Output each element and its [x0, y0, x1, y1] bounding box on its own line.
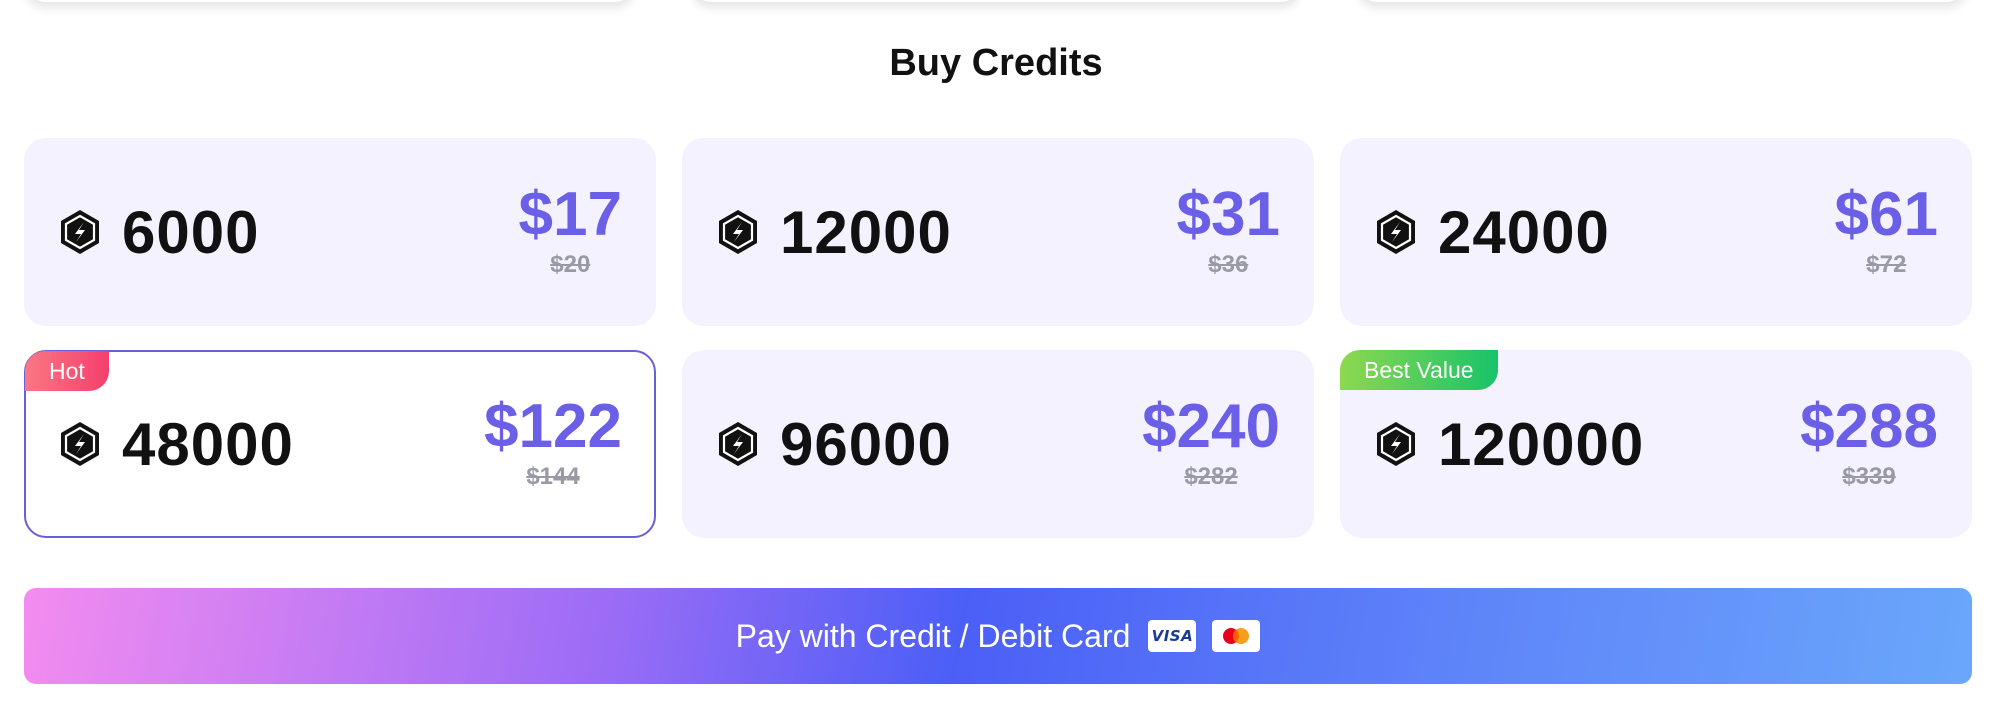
previous-card — [1356, 0, 1968, 2]
credit-amount: 24000 — [1438, 199, 1610, 266]
credit-amount: 12000 — [780, 199, 952, 266]
section-title: Buy Credits — [889, 42, 1103, 84]
original-price: $36 — [1208, 251, 1249, 278]
package-price: $31 — [1176, 180, 1280, 249]
original-price: $20 — [550, 251, 591, 278]
package-price: $61 — [1834, 180, 1938, 249]
package-price: $122 — [484, 392, 622, 461]
previous-card — [690, 0, 1302, 2]
price-group: $122 $144 — [484, 394, 622, 494]
credit-amount: 48000 — [122, 411, 294, 478]
credit-coin-icon — [716, 420, 760, 468]
best-value-badge: Best Value — [1340, 350, 1498, 390]
price-group: $240 $282 — [1142, 394, 1280, 494]
pay-button-label: Pay with Credit / Debit Card — [735, 617, 1131, 654]
credit-amount: 6000 — [122, 199, 260, 266]
credit-coin-icon — [1374, 208, 1418, 256]
price-group: $61 $72 — [1835, 182, 1938, 282]
credit-packages-grid: 6000 $17 $20 12000 $31 $36 24000 $61 $72… — [24, 138, 1972, 538]
original-price: $282 — [1184, 463, 1238, 490]
mastercard-icon — [1212, 620, 1261, 652]
price-group: $31 $36 — [1177, 182, 1280, 282]
previous-card — [24, 0, 636, 2]
credit-package-card[interactable]: 12000 $31 $36 — [682, 138, 1314, 326]
package-price: $240 — [1142, 392, 1280, 461]
package-price: $17 — [518, 180, 622, 249]
credit-amount: 120000 — [1438, 411, 1645, 478]
original-price: $144 — [526, 463, 580, 490]
previous-section-cards — [0, 0, 1992, 2]
credit-package-card[interactable]: 24000 $61 $72 — [1340, 138, 1972, 326]
visa-logo-text: VISA — [1151, 627, 1194, 645]
credit-package-card[interactable]: 96000 $240 $282 — [682, 350, 1314, 538]
price-group: $288 $339 — [1800, 394, 1938, 494]
hot-badge: Hot — [25, 351, 109, 391]
credit-coin-icon — [58, 420, 102, 468]
price-group: $17 $20 — [519, 182, 622, 282]
package-price: $288 — [1800, 392, 1938, 461]
credit-coin-icon — [716, 208, 760, 256]
credit-package-card[interactable]: 6000 $17 $20 — [24, 138, 656, 326]
pay-with-card-button[interactable]: Pay with Credit / Debit Card VISA — [24, 588, 1972, 684]
credit-package-card-selected[interactable]: Hot 48000 $122 $144 — [24, 350, 656, 538]
credit-coin-icon — [58, 208, 102, 256]
original-price: $339 — [1842, 463, 1896, 490]
credit-package-card[interactable]: Best Value 120000 $288 $339 — [1340, 350, 1972, 538]
credit-amount: 96000 — [780, 411, 952, 478]
credit-coin-icon — [1374, 420, 1418, 468]
visa-icon: VISA — [1148, 620, 1197, 652]
original-price: $72 — [1866, 251, 1907, 278]
